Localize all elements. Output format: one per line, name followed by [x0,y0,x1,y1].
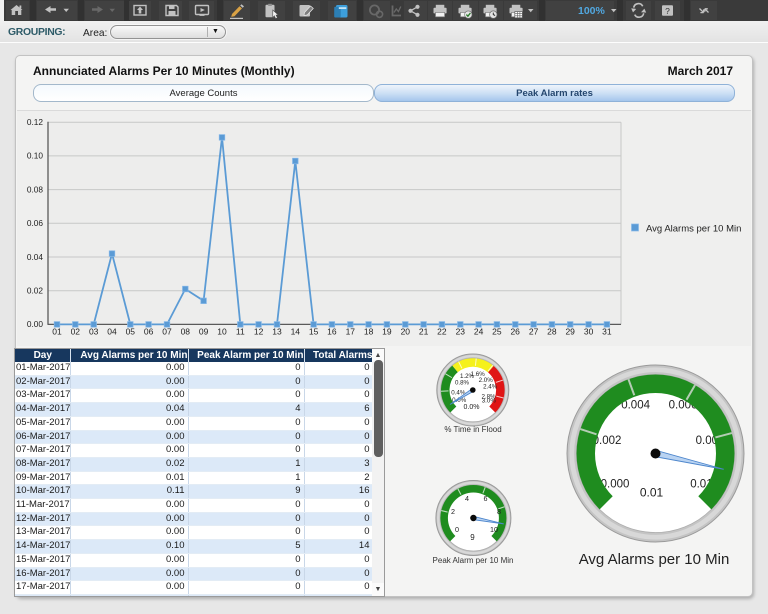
svg-text:0.8%: 0.8% [455,380,470,387]
svg-text:9: 9 [470,533,475,542]
svg-text:100%: 100% [578,5,606,17]
svg-text:2.4%: 2.4% [483,384,498,391]
svg-text:3.0%: 3.0% [482,397,497,404]
svg-text:10: 10 [490,525,498,534]
svg-text:?: ? [665,6,670,16]
svg-text:8: 8 [497,507,501,516]
svg-text:2: 2 [451,507,455,516]
svg-text:0.0%: 0.0% [464,404,480,411]
svg-text:0.01: 0.01 [640,486,664,500]
svg-text:6: 6 [484,494,488,503]
svg-text:4: 4 [465,494,469,503]
svg-text:0: 0 [455,525,459,534]
svg-text:0.004: 0.004 [621,400,650,412]
